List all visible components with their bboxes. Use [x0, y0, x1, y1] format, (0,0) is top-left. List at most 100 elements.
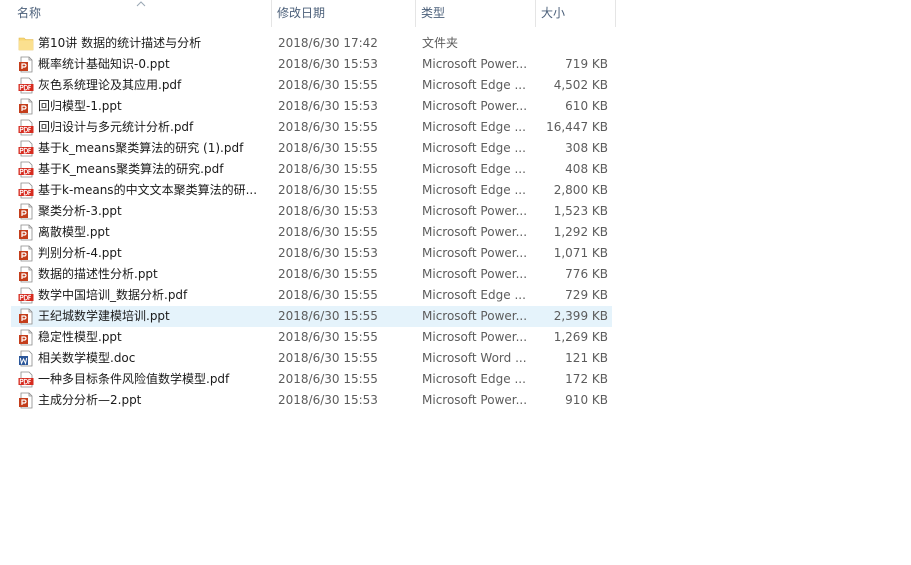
file-modified-date: 2018/6/30 15:55	[278, 78, 378, 92]
column-header-name[interactable]: 名称	[10, 0, 271, 27]
pdf-file-icon	[18, 77, 34, 94]
file-row[interactable]: 相关数学模型.doc 2018/6/30 15:55 Microsoft Wor…	[11, 348, 612, 369]
file-modified-date: 2018/6/30 15:55	[278, 351, 378, 365]
file-name: 第10讲 数据的统计描述与分析	[38, 36, 202, 50]
file-size: 16,447 KB	[546, 120, 608, 134]
file-modified-date: 2018/6/30 15:53	[278, 204, 378, 218]
file-modified-date: 2018/6/30 15:55	[278, 183, 378, 197]
file-name: 一种多目标条件风险值数学模型.pdf	[38, 372, 230, 386]
file-name: 基于k-means的中文文本聚类算法的研...	[38, 183, 258, 197]
pdf-file-icon	[18, 371, 34, 388]
pdf-file-icon	[18, 287, 34, 304]
ppt-file-icon	[18, 203, 34, 220]
file-row[interactable]: 数据的描述性分析.ppt 2018/6/30 15:55 Microsoft P…	[11, 264, 612, 285]
file-size: 2,399 KB	[553, 309, 608, 323]
file-row[interactable]: 基于K_means聚类算法的研究.pdf 2018/6/30 15:55 Mic…	[11, 159, 612, 180]
file-row[interactable]: 一种多目标条件风险值数学模型.pdf 2018/6/30 15:55 Micro…	[11, 369, 612, 390]
ppt-file-icon	[18, 329, 34, 346]
file-type: Microsoft Word ...	[422, 351, 527, 365]
file-size: 121 KB	[565, 351, 608, 365]
file-size: 729 KB	[565, 288, 608, 302]
doc-file-icon	[18, 350, 34, 367]
file-modified-date: 2018/6/30 17:42	[278, 36, 378, 50]
file-type: Microsoft Power...	[422, 204, 528, 218]
file-row[interactable]: 基于k-means的中文文本聚类算法的研... 2018/6/30 15:55 …	[11, 180, 612, 201]
file-modified-date: 2018/6/30 15:55	[278, 309, 378, 323]
file-row[interactable]: 王纪城数学建模培训.ppt 2018/6/30 15:55 Microsoft …	[11, 306, 612, 327]
ppt-file-icon	[18, 98, 34, 115]
ppt-file-icon	[18, 245, 34, 262]
file-modified-date: 2018/6/30 15:55	[278, 162, 378, 176]
file-row[interactable]: 稳定性模型.ppt 2018/6/30 15:55 Microsoft Powe…	[11, 327, 612, 348]
file-type: Microsoft Edge ...	[422, 183, 526, 197]
file-row[interactable]: 灰色系统理论及其应用.pdf 2018/6/30 15:55 Microsoft…	[11, 75, 612, 96]
file-modified-date: 2018/6/30 15:55	[278, 372, 378, 386]
file-modified-date: 2018/6/30 15:53	[278, 99, 378, 113]
file-name: 主成分分析—2.ppt	[38, 393, 142, 407]
ppt-file-icon	[18, 392, 34, 409]
file-size: 910 KB	[565, 393, 608, 407]
column-header-size[interactable]: 大小	[535, 0, 616, 27]
file-row[interactable]: 聚类分析-3.ppt 2018/6/30 15:53 Microsoft Pow…	[11, 201, 612, 222]
file-modified-date: 2018/6/30 15:53	[278, 393, 378, 407]
file-modified-date: 2018/6/30 15:55	[278, 288, 378, 302]
file-row[interactable]: 判别分析-4.ppt 2018/6/30 15:53 Microsoft Pow…	[11, 243, 612, 264]
file-type: Microsoft Power...	[422, 393, 528, 407]
file-name: 基于k_means聚类算法的研究 (1).pdf	[38, 141, 244, 155]
ppt-file-icon	[18, 308, 34, 325]
file-row[interactable]: 第10讲 数据的统计描述与分析 2018/6/30 17:42 文件夹	[11, 33, 612, 54]
column-header-bar: 名称 修改日期 类型 大小	[0, 0, 616, 27]
file-modified-date: 2018/6/30 15:55	[278, 141, 378, 155]
file-name: 回归模型-1.ppt	[38, 99, 122, 113]
file-modified-date: 2018/6/30 15:55	[278, 330, 378, 344]
file-type: Microsoft Edge ...	[422, 141, 526, 155]
file-list: 第10讲 数据的统计描述与分析 2018/6/30 17:42 文件夹 概率统计…	[11, 33, 612, 411]
ppt-file-icon	[18, 56, 34, 73]
file-row[interactable]: 主成分分析—2.ppt 2018/6/30 15:53 Microsoft Po…	[11, 390, 612, 411]
file-modified-date: 2018/6/30 15:55	[278, 267, 378, 281]
file-row[interactable]: 回归设计与多元统计分析.pdf 2018/6/30 15:55 Microsof…	[11, 117, 612, 138]
file-row[interactable]: 数学中国培训_数据分析.pdf 2018/6/30 15:55 Microsof…	[11, 285, 612, 306]
file-name: 稳定性模型.ppt	[38, 330, 122, 344]
file-name: 数学中国培训_数据分析.pdf	[38, 288, 188, 302]
file-size: 4,502 KB	[553, 78, 608, 92]
file-type: Microsoft Edge ...	[422, 162, 526, 176]
pdf-file-icon	[18, 140, 34, 157]
file-size: 1,269 KB	[553, 330, 608, 344]
file-row[interactable]: 基于k_means聚类算法的研究 (1).pdf 2018/6/30 15:55…	[11, 138, 612, 159]
file-row[interactable]: 回归模型-1.ppt 2018/6/30 15:53 Microsoft Pow…	[11, 96, 612, 117]
column-divider[interactable]	[615, 0, 616, 27]
file-name: 概率统计基础知识-0.ppt	[38, 57, 170, 71]
file-type: Microsoft Power...	[422, 99, 528, 113]
file-name: 数据的描述性分析.ppt	[38, 267, 158, 281]
file-name: 聚类分析-3.ppt	[38, 204, 122, 218]
file-type: Microsoft Power...	[422, 309, 528, 323]
file-row[interactable]: 概率统计基础知识-0.ppt 2018/6/30 15:53 Microsoft…	[11, 54, 612, 75]
file-type: Microsoft Edge ...	[422, 372, 526, 386]
file-size: 408 KB	[565, 162, 608, 176]
file-size: 1,071 KB	[553, 246, 608, 260]
file-name: 王纪城数学建模培训.ppt	[38, 309, 170, 323]
file-type: Microsoft Edge ...	[422, 120, 526, 134]
file-type: Microsoft Power...	[422, 267, 528, 281]
file-name: 灰色系统理论及其应用.pdf	[38, 78, 182, 92]
file-name: 离散模型.ppt	[38, 225, 110, 239]
file-type: Microsoft Edge ...	[422, 78, 526, 92]
ppt-file-icon	[18, 224, 34, 241]
file-row[interactable]: 离散模型.ppt 2018/6/30 15:55 Microsoft Power…	[11, 222, 612, 243]
pdf-file-icon	[18, 119, 34, 136]
file-type: Microsoft Power...	[422, 246, 528, 260]
file-modified-date: 2018/6/30 15:53	[278, 57, 378, 71]
column-header-date[interactable]: 修改日期	[271, 0, 415, 27]
file-name: 判别分析-4.ppt	[38, 246, 122, 260]
ppt-file-icon	[18, 266, 34, 283]
file-explorer: 名称 修改日期 类型 大小 第10讲 数据的统计描述与分析 2018/6/30 …	[0, 0, 911, 565]
column-header-type[interactable]: 类型	[415, 0, 535, 27]
file-size: 2,800 KB	[553, 183, 608, 197]
file-type: Microsoft Power...	[422, 330, 528, 344]
file-size: 1,523 KB	[553, 204, 608, 218]
file-size	[535, 33, 608, 54]
file-name: 相关数学模型.doc	[38, 351, 136, 365]
file-modified-date: 2018/6/30 15:53	[278, 246, 378, 260]
file-size: 719 KB	[565, 57, 608, 71]
